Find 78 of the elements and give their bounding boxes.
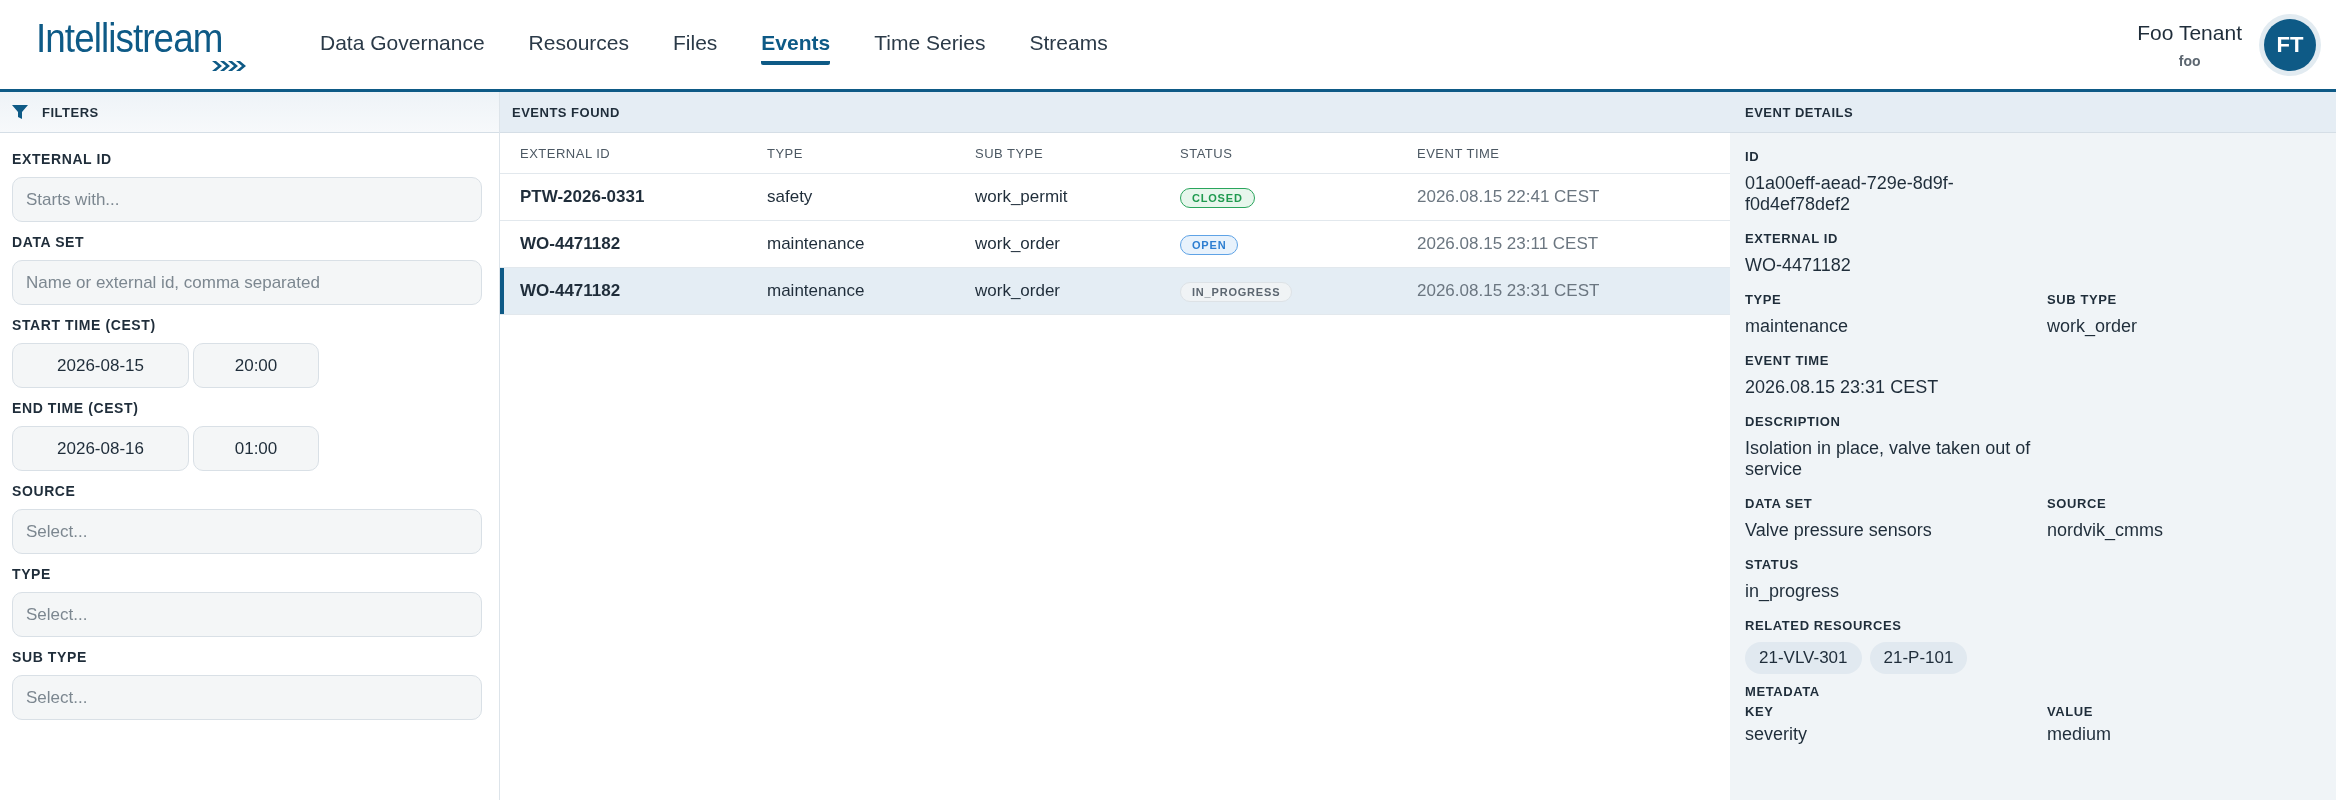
field-value: Isolation in place, valve taken out of service [1745,438,2032,480]
column-header: EXTERNAL ID [520,145,612,161]
column-header: STATUS [1180,145,1234,161]
user-name: Foo Tenant [2137,20,2242,45]
table-cell-text: severity [1745,724,1808,745]
table-cell-text: maintenance [767,281,866,301]
nav-tab[interactable]: Resources [528,24,629,65]
time-field[interactable]: 20:00 [193,343,319,388]
date-field[interactable]: 2026-08-16 [12,426,189,471]
field-label: STATUS [1745,557,1800,572]
status-badge: IN_PROGRESS [1180,281,1293,302]
field-label: RELATED RESOURCES [1745,618,1903,633]
table-cell-text: 2026.08.15 23:11 CEST [1417,234,1600,254]
panel-title: EVENTS FOUND [512,104,620,120]
field-value: Valve pressure sensors [1745,520,1933,541]
time-field[interactable]: 01:00 [193,426,319,471]
field-label: TYPE [1745,292,1783,307]
field-label: EVENT TIME [1745,353,1830,368]
field-label: EXTERNAL ID [12,151,113,167]
field-label: SOURCE [2047,496,2108,511]
tenant-name: foo [2178,52,2201,69]
table-cell-text: work_order [975,281,1062,301]
field-label: EXTERNAL ID [1745,231,1840,246]
field-label: ID [1745,149,1761,164]
field-label: METADATA [1745,684,1821,699]
field-label: DATA SET [12,234,86,250]
column-header: EVENT TIME [1417,145,1501,161]
panel-title: EVENT DETAILS [1745,104,1854,120]
field-value: 01a00eff-aead-729e-8d9f-f0d4ef78def2 [1745,173,1955,215]
column-header: KEY [1745,704,1775,719]
field-label: SUB TYPE [2047,292,2118,307]
field-label: DATA SET [1745,496,1814,511]
table-cell-text: WO-4471182 [520,234,622,254]
nav-tab[interactable]: Files [673,24,718,65]
nav-tab[interactable]: Data Governance [320,24,485,65]
nav-tab[interactable]: Streams [1029,24,1108,65]
table-cell-text: maintenance [767,234,866,254]
filter-icon [12,105,28,119]
field-label: DESCRIPTION [1745,414,1842,429]
resource-chip[interactable]: 21-VLV-301 [1745,642,1862,674]
table-cell-text: 2026.08.15 23:31 CEST [1417,281,1601,301]
status-badge: OPEN [1180,234,1239,255]
table-cell-text: medium [2047,724,2113,745]
field-value: 2026.08.15 23:31 CEST [1745,377,1940,398]
field-value: in_progress [1745,581,1841,602]
field-label: SUB TYPE [12,649,88,665]
resource-chip[interactable]: 21-P-101 [1869,642,1968,674]
status-badge: CLOSED [1180,187,1255,208]
nav-tab[interactable]: Events [761,24,831,65]
table-row[interactable]: WO-4471182 maintenance work_order IN_PROGRESS 2026.08.15 23:31 CEST [500,268,1730,315]
table-cell-text: work_order [975,234,1062,254]
field-label: START TIME (CEST) [12,317,157,333]
field-label: SOURCE [12,483,77,499]
field-value: work_order [2047,316,2139,337]
logo-text: Intellistream [36,17,223,58]
panel-title: FILTERS [42,104,99,120]
column-header: VALUE [2047,704,2095,719]
table-cell-text: 2026.08.15 22:41 CEST [1417,187,1601,207]
chevrons-icon [212,59,248,72]
table-cell-text: PTW-2026-0331 [520,187,646,207]
input-field[interactable]: Select... [12,509,482,554]
table-cell-text: work_permit [975,187,1069,207]
field-label: TYPE [12,566,52,582]
field-value: WO-4471182 [1745,255,1852,276]
nav-tab[interactable]: Time Series [874,24,986,65]
column-header: SUB TYPE [975,145,1045,161]
date-field[interactable]: 2026-08-15 [12,343,189,388]
input-field[interactable]: Select... [12,675,482,720]
column-header: TYPE [767,145,804,161]
table-row[interactable]: PTW-2026-0331 safety work_permit CLOSED 2026.08.15 22:41 CEST [500,174,1730,221]
input-field[interactable]: Starts with... [12,177,482,222]
table-cell-text: WO-4471182 [520,281,622,301]
field-label: END TIME (CEST) [12,400,140,416]
table-cell-text: safety [767,187,814,207]
input-field[interactable]: Select... [12,592,482,637]
field-value: nordvik_cmms [2047,520,2165,541]
input-field[interactable]: Name or external id, comma separated [12,260,482,305]
field-value: maintenance [1745,316,1850,337]
